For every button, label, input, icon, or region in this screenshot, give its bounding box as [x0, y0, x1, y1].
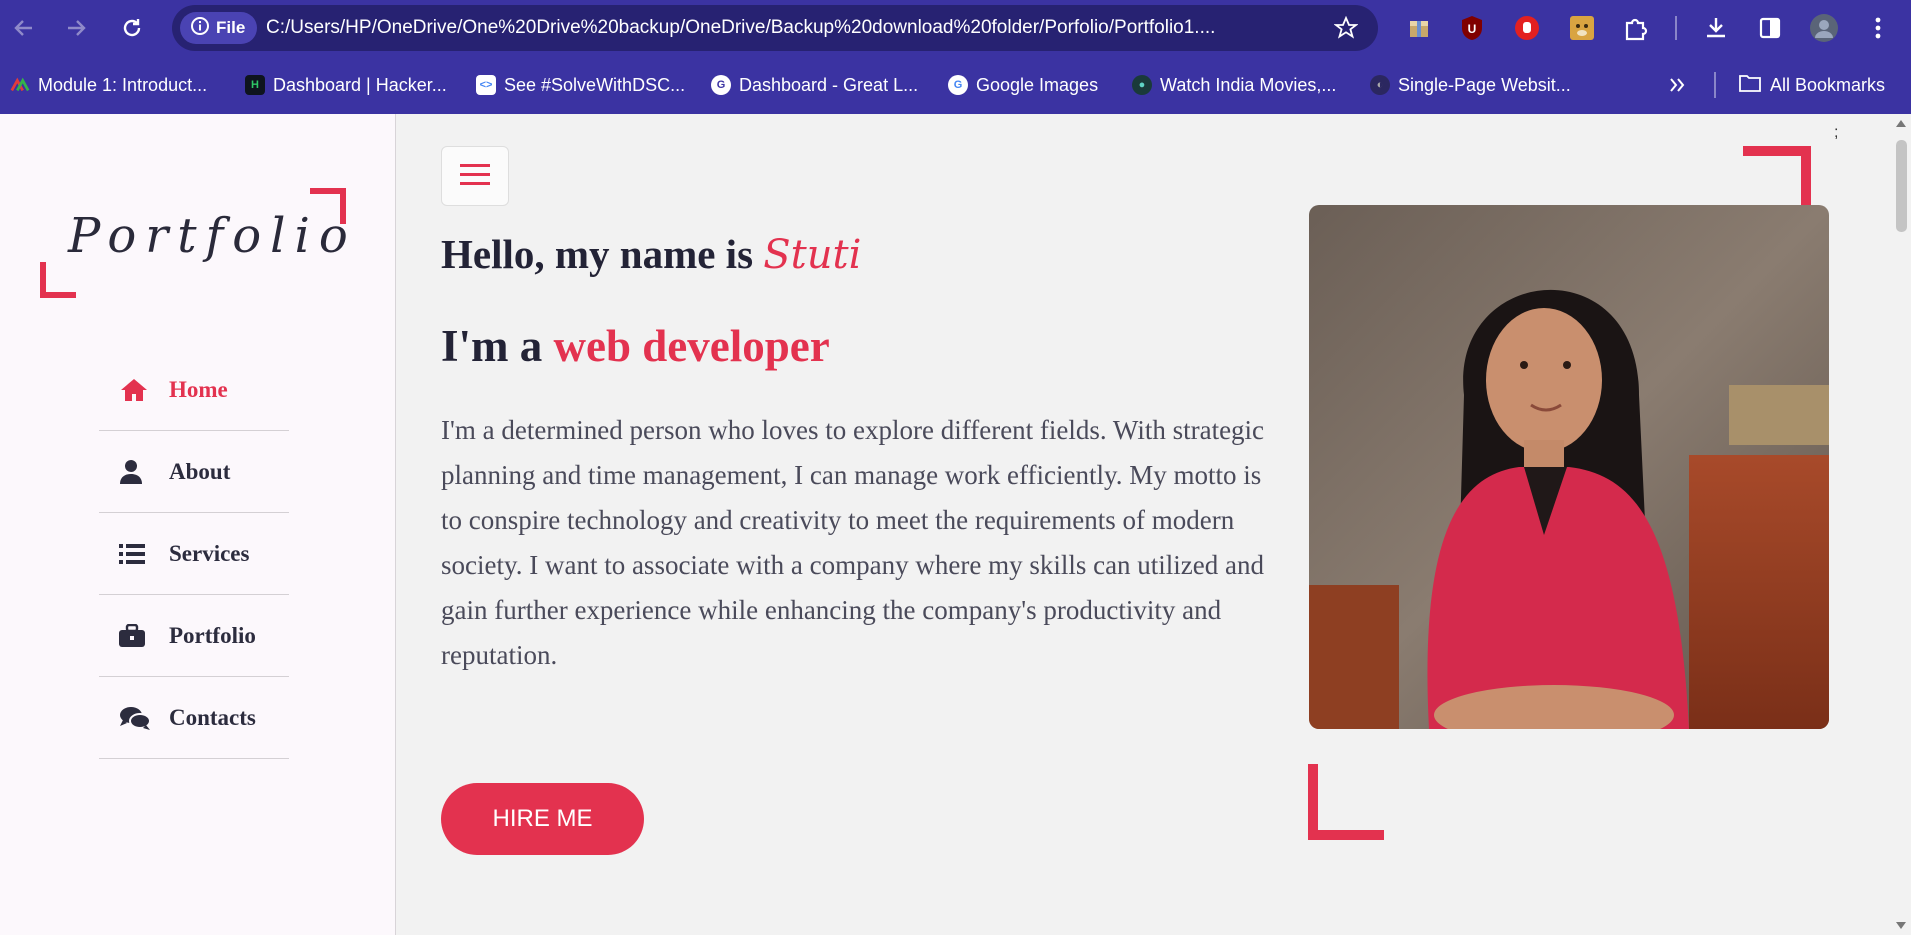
- all-bookmarks-label: All Bookmarks: [1770, 74, 1886, 95]
- role-title: web developer: [553, 321, 830, 371]
- bookmark-item[interactable]: Module 1: Introduct...: [10, 71, 207, 99]
- bookmark-star-icon[interactable]: [1333, 15, 1359, 45]
- scroll-down-arrow-icon[interactable]: [1896, 922, 1906, 929]
- site-info-chip[interactable]: File: [180, 12, 258, 44]
- address-bar[interactable]: File C:/Users/HP/OneDrive/One%20Drive%20…: [172, 5, 1378, 51]
- hand-stop-icon[interactable]: [1511, 12, 1543, 44]
- reload-icon[interactable]: [118, 14, 146, 42]
- home-icon: [119, 377, 151, 403]
- sidebar-item-portfolio[interactable]: Portfolio: [99, 595, 289, 677]
- role-heading: I'm a web developer: [441, 320, 830, 372]
- bookmark-label: Watch India Movies,...: [1160, 74, 1337, 95]
- sidebar-item-label: About: [169, 458, 231, 484]
- chat-icon: [119, 705, 151, 731]
- kebab-menu-icon[interactable]: [1862, 12, 1894, 44]
- sidebar-item-home[interactable]: Home: [99, 349, 289, 431]
- photo-corner-top-right: [1743, 146, 1811, 214]
- extensions-puzzle-icon[interactable]: [1620, 12, 1652, 44]
- all-bookmarks-button[interactable]: All Bookmarks: [1738, 71, 1885, 99]
- logo[interactable]: Portfolio: [40, 188, 348, 298]
- profile-photo: [1309, 205, 1829, 729]
- bookmark-item[interactable]: G Dashboard - Great L...: [711, 71, 918, 99]
- bookmark-item[interactable]: ◐ Single-Page Websit...: [1370, 71, 1571, 99]
- scrollbar-thumb[interactable]: [1896, 140, 1907, 232]
- sidebar-item-label: Services: [169, 540, 250, 566]
- greeting-heading: Hello, my name is Stuti: [441, 230, 861, 278]
- hire-me-button[interactable]: HIRE ME: [441, 783, 644, 855]
- doge-extension-icon[interactable]: [1566, 12, 1598, 44]
- logo-bracket-bottom-left: [40, 262, 76, 298]
- sidebar-item-about[interactable]: About: [99, 431, 289, 513]
- sidebar-item-services[interactable]: Services: [99, 513, 289, 595]
- browser-toolbar: File C:/Users/HP/OneDrive/One%20Drive%20…: [0, 0, 1911, 56]
- hamburger-menu-button[interactable]: [441, 146, 509, 206]
- sidebar-item-contacts[interactable]: Contacts: [99, 677, 289, 759]
- rainbow-logo-icon: [10, 75, 30, 95]
- website-icon: ◐: [1370, 75, 1390, 95]
- sidebar-nav: Home About Services Portfolio Contacts: [99, 349, 289, 759]
- svg-text:U: U: [1468, 22, 1477, 36]
- bookmark-item[interactable]: H Dashboard | Hacker...: [245, 71, 447, 99]
- bookmark-item[interactable]: ● Watch India Movies,...: [1132, 71, 1336, 99]
- main-content: Hello, my name is Stuti I'm a web develo…: [396, 114, 1911, 935]
- page-scrollbar[interactable]: [1891, 114, 1911, 935]
- person-name: Stuti: [763, 232, 862, 278]
- folder-icon: [1738, 73, 1762, 98]
- profile-avatar[interactable]: [1808, 12, 1840, 44]
- bookmarks-bar: Module 1: Introduct... H Dashboard | Hac…: [0, 56, 1911, 114]
- bookmark-label: See #SolveWithDSC...: [504, 74, 686, 95]
- extension-box-icon[interactable]: [1403, 12, 1435, 44]
- bookmark-label: Google Images: [976, 74, 1099, 95]
- bookmark-label: Module 1: Introduct...: [38, 74, 208, 95]
- back-icon[interactable]: [10, 14, 38, 42]
- info-icon: [190, 16, 210, 41]
- greeting-text: Hello, my name is: [441, 231, 764, 277]
- bookmark-label: Dashboard - Great L...: [739, 74, 919, 95]
- sidebar-item-label: Contacts: [169, 704, 256, 730]
- google-icon: G: [948, 75, 968, 95]
- bookmark-label: Dashboard | Hacker...: [273, 74, 447, 95]
- sidebar-item-label: Portfolio: [169, 622, 256, 648]
- toolbar-divider: [1675, 16, 1677, 40]
- bookmarks-divider: [1714, 72, 1716, 98]
- bookmark-item[interactable]: <> See #SolveWithDSC...: [476, 71, 685, 99]
- list-icon: [119, 543, 151, 565]
- bookmark-item[interactable]: G Google Images: [948, 71, 1098, 99]
- briefcase-icon: [119, 623, 151, 648]
- url-text[interactable]: C:/Users/HP/OneDrive/One%20Drive%20backu…: [266, 5, 1286, 51]
- great-learning-icon: G: [711, 75, 731, 95]
- hamburger-icon: [460, 162, 490, 191]
- forward-icon[interactable]: [62, 14, 90, 42]
- scroll-up-arrow-icon[interactable]: [1896, 120, 1906, 127]
- film-reel-icon: ●: [1132, 75, 1152, 95]
- logo-text: Portfolio: [68, 208, 357, 264]
- more-bookmarks-icon[interactable]: [1668, 71, 1686, 99]
- about-description: I'm a determined person who loves to exp…: [441, 415, 1265, 670]
- photo-corner-bottom-left: [1308, 764, 1384, 840]
- download-icon[interactable]: [1700, 12, 1732, 44]
- bookmark-label: Single-Page Websit...: [1398, 74, 1571, 95]
- file-chip-label: File: [216, 18, 246, 37]
- role-prefix: I'm a: [441, 321, 554, 371]
- hackerrank-icon: H: [245, 75, 265, 95]
- user-icon: [119, 459, 151, 485]
- dsc-icon: <>: [476, 75, 496, 95]
- sidebar: Portfolio Home About Services Portfolio: [0, 114, 396, 935]
- stray-text: ;: [1834, 124, 1839, 141]
- ublock-icon[interactable]: U: [1456, 12, 1488, 44]
- side-panel-icon[interactable]: [1754, 12, 1786, 44]
- sidebar-item-label: Home: [169, 376, 228, 402]
